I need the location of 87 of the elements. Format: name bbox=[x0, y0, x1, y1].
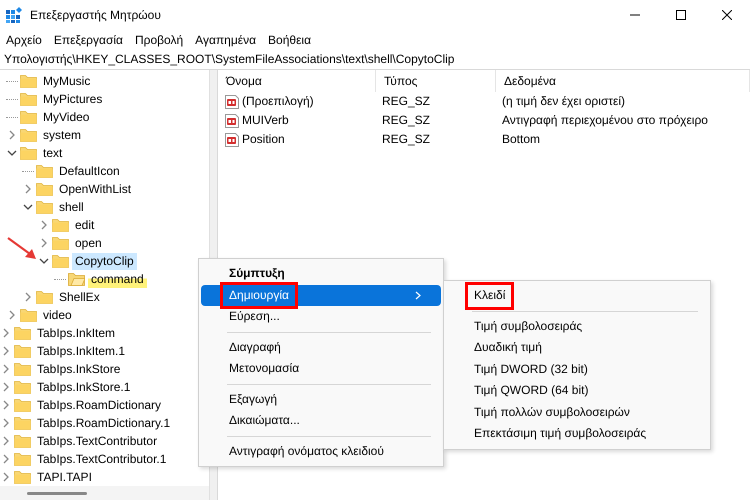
tree-item[interactable]: ShellEx bbox=[56, 288, 103, 306]
folder-icon bbox=[14, 416, 31, 430]
column-header[interactable]: Όνομα bbox=[218, 70, 376, 92]
folder-icon bbox=[52, 236, 69, 250]
menu-item[interactable]: Τιμή DWORD (32 bit) bbox=[446, 358, 708, 380]
folder-icon bbox=[68, 272, 85, 286]
value-data: Bottom bbox=[502, 131, 540, 148]
folder-icon bbox=[14, 326, 31, 340]
close-icon bbox=[722, 10, 732, 20]
folder-icon bbox=[20, 92, 37, 106]
value-name[interactable]: MUIVerb bbox=[242, 111, 289, 130]
folder-icon bbox=[36, 182, 53, 196]
string-value-icon bbox=[224, 94, 240, 110]
tree-item[interactable]: MyMusic bbox=[40, 72, 94, 90]
folder-icon bbox=[36, 164, 53, 178]
value-data: (η τιμή δεν έχει οριστεί) bbox=[502, 93, 626, 110]
menu-item[interactable]: Προβολή bbox=[128, 30, 190, 50]
horizontal-scrollbar[interactable] bbox=[0, 486, 209, 500]
folder-icon bbox=[20, 308, 37, 322]
folder-icon bbox=[20, 110, 37, 124]
tree-item[interactable]: TabIps.InkStore.1 bbox=[34, 378, 134, 396]
menu-item[interactable]: Επεξεργασία bbox=[48, 30, 129, 50]
menu-item[interactable]: Τιμή QWORD (64 bit) bbox=[446, 380, 708, 402]
tree-item[interactable]: TabIps.RoamDictionary bbox=[34, 396, 164, 414]
column-header[interactable]: Τύπος bbox=[376, 70, 496, 92]
tree-item[interactable]: TabIps.InkItem bbox=[34, 324, 118, 342]
folder-icon bbox=[36, 200, 53, 214]
string-value-icon bbox=[224, 112, 240, 128]
folder-icon bbox=[14, 434, 31, 448]
menu-item[interactable]: Τιμή πολλών συμβολοσειρών bbox=[446, 402, 708, 423]
column-header[interactable]: Δεδομένα bbox=[496, 70, 750, 92]
tree-item[interactable]: open bbox=[72, 234, 105, 252]
tree-item[interactable]: TabIps.TextContributor bbox=[34, 432, 160, 450]
folder-icon bbox=[52, 218, 69, 232]
menu-item[interactable]: Κλειδί bbox=[446, 285, 708, 306]
window-title: Επεξεργαστής Μητρώου bbox=[30, 7, 161, 24]
tree-item[interactable]: text bbox=[40, 144, 66, 162]
menu-item[interactable]: Διαγραφή bbox=[201, 336, 441, 358]
folder-icon bbox=[20, 74, 37, 88]
menu-item[interactable]: Βοήθεια bbox=[262, 30, 318, 50]
tree-item[interactable]: video bbox=[40, 306, 75, 324]
folder-icon bbox=[14, 452, 31, 466]
registry-icon bbox=[6, 7, 22, 23]
menu-item[interactable]: Δημιουργία bbox=[201, 284, 441, 306]
menu-item[interactable]: Εύρεση... bbox=[201, 306, 441, 328]
value-type: REG_SZ bbox=[382, 112, 430, 129]
tree-item[interactable]: edit bbox=[72, 216, 98, 234]
folder-icon bbox=[14, 470, 31, 484]
folder-icon bbox=[14, 398, 31, 412]
menu-item[interactable]: Δυαδική τιμή bbox=[446, 337, 708, 358]
tree-item[interactable]: TabIps.TextContributor.1 bbox=[34, 450, 170, 468]
menu-item[interactable]: Τιμή συμβολοσειράς bbox=[446, 316, 708, 337]
menu-item[interactable]: Επεκτάσιμη τιμή συμβολοσειράς bbox=[446, 423, 708, 444]
menu-item[interactable]: Σύμπτυξη bbox=[201, 263, 441, 284]
folder-icon bbox=[20, 146, 37, 160]
tree-item[interactable]: CopytoClip bbox=[72, 252, 137, 270]
tree-item[interactable]: MyVideo bbox=[40, 108, 92, 126]
menu-item[interactable]: Αρχείο bbox=[0, 30, 48, 50]
value-name[interactable]: Position bbox=[242, 130, 285, 149]
tree-item[interactable]: MyPictures bbox=[40, 90, 106, 108]
folder-icon bbox=[14, 380, 31, 394]
tree-item[interactable]: TAPI.TAPI bbox=[34, 468, 95, 486]
folder-icon bbox=[14, 344, 31, 358]
value-type: REG_SZ bbox=[382, 131, 430, 148]
value-type: REG_SZ bbox=[382, 93, 430, 110]
string-value-icon bbox=[224, 132, 240, 148]
tree-item[interactable]: TabIps.RoamDictionary.1 bbox=[34, 414, 174, 432]
menu-item[interactable]: Εξαγωγή bbox=[201, 388, 441, 410]
scrollbar-thumb[interactable] bbox=[27, 492, 87, 495]
value-name[interactable]: (Προεπιλογή) bbox=[242, 92, 314, 111]
tree-item[interactable]: TabIps.InkStore bbox=[34, 360, 124, 378]
menu-item[interactable]: Μετονομασία bbox=[201, 358, 441, 380]
tree-item[interactable]: shell bbox=[56, 198, 87, 216]
folder-icon bbox=[20, 128, 37, 142]
menu-item[interactable]: Δικαιώματα... bbox=[201, 410, 441, 432]
folder-icon bbox=[36, 290, 53, 304]
address-field[interactable]: Υπολογιστής\HKEY_CLASSES_ROOT\SystemFileAssociations\text\shell\CopytoClip bbox=[0, 50, 750, 70]
value-data: Αντιγραφή περιεχομένου στο πρόχειρο bbox=[502, 112, 708, 129]
menu-item[interactable]: Αγαπημένα bbox=[189, 30, 262, 50]
tree-item[interactable]: OpenWithList bbox=[56, 180, 134, 198]
tree-item[interactable]: system bbox=[40, 126, 84, 144]
menu-item[interactable]: Αντιγραφή ονόματος κλειδιού bbox=[201, 440, 441, 462]
tree-item[interactable]: DefaultIcon bbox=[56, 162, 123, 180]
tree-item[interactable]: TabIps.InkItem.1 bbox=[34, 342, 128, 360]
maximize-icon bbox=[676, 10, 686, 20]
folder-icon bbox=[52, 254, 69, 268]
folder-icon bbox=[14, 362, 31, 376]
